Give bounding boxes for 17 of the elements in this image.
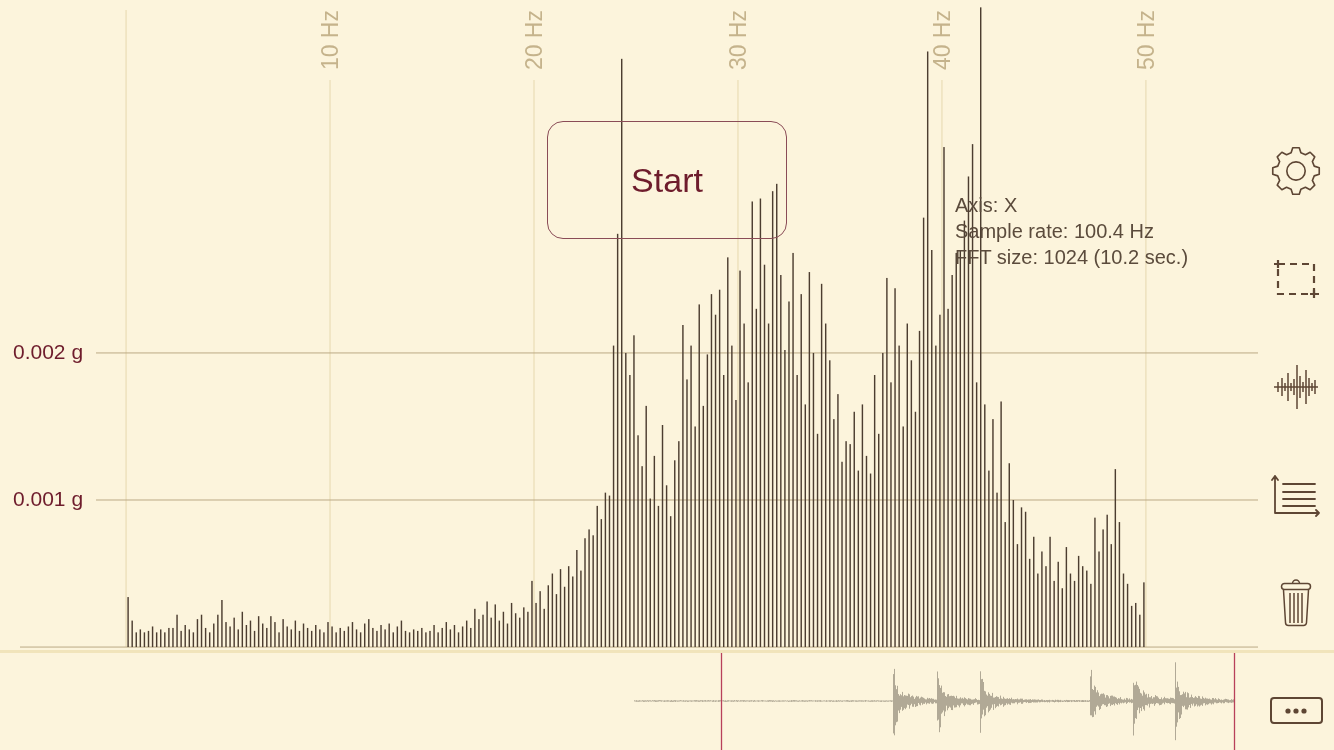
start-button[interactable]: Start — [547, 121, 787, 239]
more-button[interactable] — [1269, 697, 1323, 724]
trash-icon[interactable] — [1280, 579, 1312, 627]
amplitude-label: 0.001 g — [13, 487, 84, 511]
amplitude-label: 0.002 g — [13, 340, 84, 364]
more-icon — [1285, 707, 1307, 714]
frequency-label: 40 Hz — [929, 10, 956, 71]
axes-lines-icon[interactable] — [1271, 473, 1321, 517]
frequency-label: 10 Hz — [317, 10, 344, 71]
waveform-icon[interactable] — [1273, 365, 1319, 409]
selection-icon[interactable] — [1272, 259, 1320, 299]
frequency-label: 30 Hz — [725, 10, 752, 71]
frequency-label: 20 Hz — [521, 10, 548, 71]
range-marker[interactable] — [1233, 653, 1236, 750]
settings-icon[interactable] — [1271, 146, 1321, 196]
frequency-label: 50 Hz — [1133, 10, 1160, 71]
range-marker[interactable] — [720, 653, 723, 750]
